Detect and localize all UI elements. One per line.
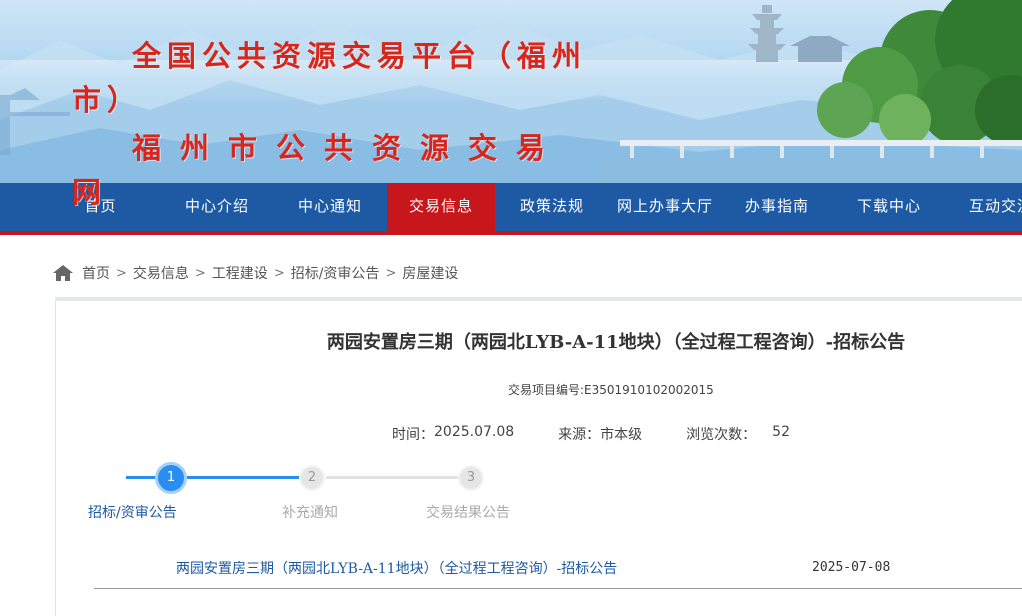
step-line-lead	[126, 476, 156, 479]
article-meta: 时间： 2025.07.08 来源： 市本级 浏览次数： 52	[392, 424, 790, 444]
step-3-marker[interactable]: 3	[458, 465, 484, 491]
step-2-label[interactable]: 补充通知	[282, 502, 338, 522]
nav-interaction[interactable]: 互动交流	[945, 183, 1022, 231]
announcement-date: 2025-07-08	[812, 560, 891, 575]
breadcrumb: 首页 > 交易信息 > 工程建设 > 招标/资审公告 > 房屋建设	[52, 262, 458, 284]
breadcrumb-separator: >	[273, 265, 285, 281]
breadcrumb-home[interactable]: 首页	[82, 263, 110, 283]
source-value: 市本级	[600, 427, 643, 443]
site-title: 全国公共资源交易平台（福州市）	[72, 39, 588, 117]
list-item: 两园安置房三期（两园北LYB-A-11地块）（全过程工程咨询）-招标公告 202…	[94, 553, 1022, 589]
site-subtitle: 福州市公共资源交易网	[72, 131, 565, 209]
breadcrumb-separator: >	[116, 265, 127, 281]
nav-download[interactable]: 下载中心	[833, 183, 945, 231]
breadcrumb-separator: >	[385, 265, 397, 281]
step-3-label[interactable]: 交易结果公告	[426, 502, 510, 522]
breadcrumb-engineering[interactable]: 工程建设	[212, 263, 268, 283]
views-count: 52	[772, 424, 790, 440]
breadcrumb-bid-notice[interactable]: 招标/资审公告	[291, 263, 380, 283]
source-label: 来源：	[558, 427, 601, 443]
step-1-marker[interactable]: 1	[155, 462, 187, 494]
publish-time: 2025.07.08	[434, 424, 515, 440]
nav-online-hall[interactable]: 网上办事大厅	[609, 183, 721, 231]
nav-guide[interactable]: 办事指南	[721, 183, 833, 231]
breadcrumb-trading-info[interactable]: 交易信息	[133, 263, 189, 283]
home-icon[interactable]	[52, 264, 74, 282]
process-steps: 1 2 3 招标/资审公告 补充通知 交易结果公告	[0, 460, 600, 530]
step-line-1-2	[184, 476, 300, 479]
step-1-label[interactable]: 招标/资审公告	[88, 502, 177, 522]
page-title: 两园安置房三期（两园北LYB-A-11地块）（全过程工程咨询）-招标公告	[326, 332, 906, 353]
announcement-link[interactable]: 两园安置房三期（两园北LYB-A-11地块）（全过程工程咨询）-招标公告	[176, 558, 617, 578]
project-number: 交易项目编号:E3501910102002015	[508, 383, 714, 397]
time-label: 时间：	[392, 427, 434, 443]
breadcrumb-housing[interactable]: 房屋建设	[402, 263, 458, 283]
views-label: 浏览次数：	[686, 427, 757, 443]
step-line-2-3	[326, 476, 460, 479]
step-2-marker[interactable]: 2	[299, 465, 325, 491]
breadcrumb-separator: >	[194, 265, 206, 281]
